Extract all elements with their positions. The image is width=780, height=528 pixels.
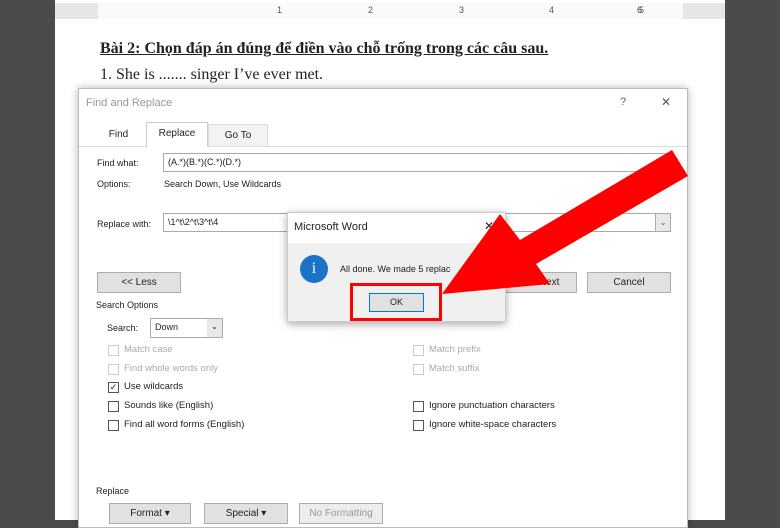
arrow-shape (442, 150, 688, 294)
red-arrow-annotation (442, 150, 688, 294)
